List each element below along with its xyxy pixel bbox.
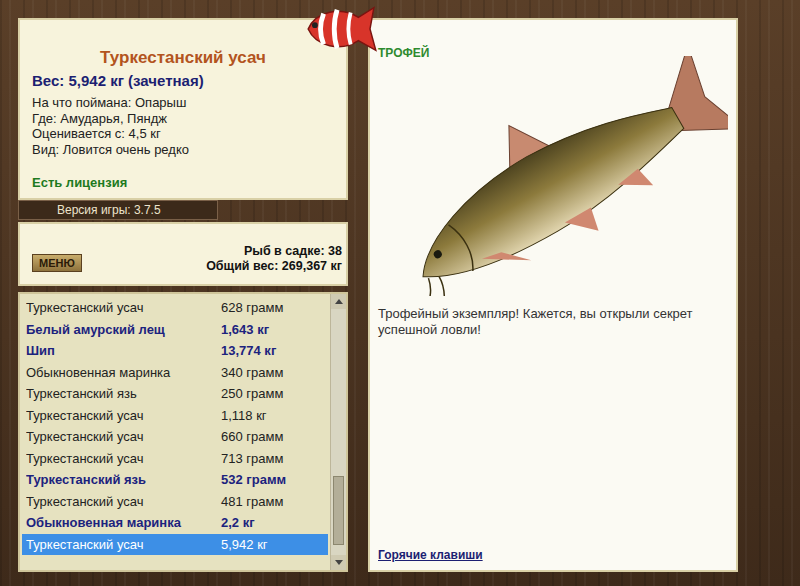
catch-row[interactable]: Обыкновенная маринка 340 грамм <box>22 362 328 384</box>
total-weight: Общий вес: 269,367 кг <box>206 259 342 274</box>
fish-details: На что поймана: ОпарышГде: Амударья, Пян… <box>32 95 334 157</box>
catch-row[interactable]: Обыкновенная маринка 2,2 кг <box>22 512 328 534</box>
scroll-thumb[interactable] <box>333 476 344 545</box>
keepnet-totals: Рыб в садке: 38 Общий вес: 269,367 кг <box>206 244 342 274</box>
scroll-track[interactable] <box>331 309 346 555</box>
fish-title: Туркестанский усач <box>32 48 334 68</box>
catch-list: Туркестанский усач 628 граммБелый амурск… <box>20 294 330 570</box>
catch-row[interactable]: Туркестанский усач 481 грамм <box>22 491 328 513</box>
trophy-screen: Туркестанский усач Вес: 5,942 кг (зачетн… <box>0 0 800 586</box>
trophy-message: Трофейный экземпляр! Кажется, вы открыли… <box>378 306 728 338</box>
scrollbar[interactable] <box>330 294 346 570</box>
trophy-badge: ТРОФЕЙ <box>378 20 728 60</box>
fish-logo-icon <box>302 0 380 58</box>
catch-row[interactable]: Туркестанский усач 1,118 кг <box>22 405 328 427</box>
fish-info-card: Туркестанский усач Вес: 5,942 кг (зачетн… <box>18 18 348 200</box>
trophy-panel: ТРОФЕЙ Трофейный экземпляр! Кажется, вы … <box>368 18 738 572</box>
detail-line: Оценивается с: 4,5 кг <box>32 126 334 142</box>
scroll-down-icon[interactable] <box>331 555 346 570</box>
hotkeys-link[interactable]: Горячие клавиши <box>378 548 728 562</box>
detail-line: Вид: Ловится очень редко <box>32 142 334 158</box>
catch-list-panel: Туркестанский усач 628 граммБелый амурск… <box>18 292 348 572</box>
catch-row[interactable]: Белый амурский лещ 1,643 кг <box>22 319 328 341</box>
barbel-fish-icon <box>378 56 728 296</box>
catch-row[interactable]: Туркестанский усач 713 грамм <box>22 448 328 470</box>
catch-row[interactable]: Туркестанский усач 5,942 кг <box>22 534 328 556</box>
catch-row[interactable]: Шип 13,774 кг <box>22 340 328 362</box>
fish-count: Рыб в садке: 38 <box>206 244 342 259</box>
catch-row[interactable]: Туркестанский усач 628 грамм <box>22 297 328 319</box>
detail-line: Где: Амударья, Пяндж <box>32 111 334 127</box>
version-plaque: Версия игры: 3.7.5 <box>18 200 218 220</box>
keepnet-card: МЕНЮ Рыб в садке: 38 Общий вес: 269,367 … <box>18 222 348 286</box>
left-column: Туркестанский усач Вес: 5,942 кг (зачетн… <box>18 18 348 572</box>
license-status: Есть лицензия <box>32 175 334 190</box>
detail-line: На что поймана: Опарыш <box>32 95 334 111</box>
scroll-up-icon[interactable] <box>331 294 346 309</box>
catch-row[interactable]: Туркестанский усач 660 грамм <box>22 426 328 448</box>
catch-row[interactable]: Туркестанский язь 532 грамм <box>22 469 328 491</box>
menu-button[interactable]: МЕНЮ <box>32 254 82 272</box>
catch-row[interactable]: Туркестанский язь 250 грамм <box>22 383 328 405</box>
fish-weight: Вес: 5,942 кг (зачетная) <box>32 72 334 89</box>
